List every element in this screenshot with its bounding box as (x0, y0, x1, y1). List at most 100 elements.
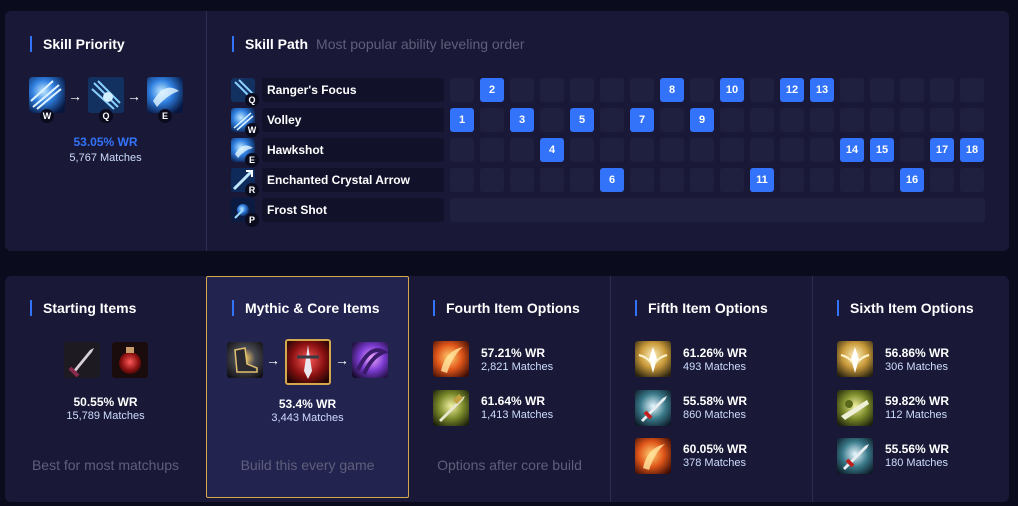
skill-priority-title: Skill Priority (30, 36, 125, 52)
passive-level-bar (450, 198, 985, 222)
fourth-option-win-rate: 61.64% WR (481, 394, 546, 408)
skill-level-cell (600, 78, 624, 102)
skill-level-cell-active: 16 (900, 168, 924, 192)
skill-level-cell (900, 108, 924, 132)
skill-level-cell (480, 168, 504, 192)
guardian-angel-icon (635, 341, 671, 377)
skill-name-enchanted-crystal-arrow: Enchanted Crystal Arrow (262, 168, 444, 192)
skill-level-cell (450, 138, 474, 162)
health-potion-icon (112, 342, 148, 378)
fifth-items-title: Fifth Item Options (635, 300, 768, 316)
skill-level-cell (840, 168, 864, 192)
skill-level-cell (870, 78, 894, 102)
skill-level-cell (750, 108, 774, 132)
skill-level-cell (480, 138, 504, 162)
skill-key-badge: W (245, 123, 259, 137)
sixth-option-win-rate: 59.82% WR (885, 394, 950, 408)
rangers-focus-icon (88, 77, 124, 113)
skill-level-cell (540, 168, 564, 192)
skill-key-badge: E (158, 109, 172, 123)
skill-level-cell-active: 11 (750, 168, 774, 192)
arrow-right-icon: → (68, 88, 82, 104)
skill-level-cell (930, 108, 954, 132)
skill-level-cell (630, 168, 654, 192)
skill-level-cell (660, 168, 684, 192)
skill-level-cell (810, 138, 834, 162)
fourth-option-matches: 1,413 Matches (481, 409, 554, 421)
skill-level-cell (660, 138, 684, 162)
kraken-slayer-icon (285, 339, 331, 385)
skill-level-cell-active: 15 (870, 138, 894, 162)
skill-level-cell-active: 8 (660, 78, 684, 102)
skill-level-cell (450, 168, 474, 192)
core-items-hint: Build this every game (240, 457, 375, 473)
skill-level-cell (900, 138, 924, 162)
skill-level-cell (510, 78, 534, 102)
skill-level-cell (540, 78, 564, 102)
skill-level-cell (810, 168, 834, 192)
starting-items-matches: 15,789 Matches (66, 410, 145, 422)
skill-level-cell-active: 5 (570, 108, 594, 132)
skill-level-cell (720, 168, 744, 192)
skill-key-badge: W (40, 109, 54, 123)
berserker-greaves-icon (227, 342, 263, 378)
arrow-right-icon: → (127, 88, 141, 104)
starting-items-win-rate: 50.55% WR (73, 395, 138, 409)
skill-level-cell (540, 108, 564, 132)
skill-level-cell-active: 12 (780, 78, 804, 102)
skill-level-cell (780, 138, 804, 162)
infinity-edge-icon (433, 341, 469, 377)
bloodthirster-icon (635, 390, 671, 426)
skill-path-title-text: Skill Path (245, 36, 309, 52)
skill-level-cell-active: 7 (630, 108, 654, 132)
skill-level-cell (870, 168, 894, 192)
arrow-right-icon: → (266, 352, 280, 368)
fourth-items-title: Fourth Item Options (433, 300, 580, 316)
sixth-option-win-rate: 56.86% WR (885, 346, 950, 360)
skill-priority-matches: 5,767 Matches (69, 152, 142, 164)
skill-level-cell-active: 18 (960, 138, 984, 162)
fourth-option-win-rate: 57.21% WR (481, 346, 546, 360)
skill-level-cell (720, 138, 744, 162)
fifth-option-matches: 493 Matches (683, 361, 746, 373)
skill-key-badge: Q (99, 109, 113, 123)
arrow-right-icon: → (335, 352, 349, 368)
skill-level-cell (720, 108, 744, 132)
runaans-hurricane-icon (352, 342, 388, 378)
skill-level-cell (510, 168, 534, 192)
hawkshot-icon (147, 77, 183, 113)
sixth-option-matches: 306 Matches (885, 361, 948, 373)
skill-level-cell-active: 1 (450, 108, 474, 132)
skill-level-cell (450, 78, 474, 102)
core-items-title: Mythic & Core Items (232, 300, 380, 316)
starting-items-hint: Best for most matchups (31, 457, 180, 473)
skill-level-cell (600, 138, 624, 162)
skill-level-cell-active: 3 (510, 108, 534, 132)
skill-level-cell (570, 168, 594, 192)
skill-level-cell (930, 168, 954, 192)
skill-name-hawkshot: Hawkshot (262, 138, 444, 162)
skill-level-cell-active: 14 (840, 138, 864, 162)
fifth-option-win-rate: 60.05% WR (683, 442, 748, 456)
starting-items-title: Starting Items (30, 300, 136, 316)
skill-name-rangers-focus: Ranger's Focus (262, 78, 444, 102)
skill-path-title: Skill Path Most popular ability leveling … (232, 36, 525, 52)
panel-divider (206, 11, 207, 251)
skill-priority-win-rate: 53.05% WR (73, 135, 138, 149)
skill-level-cell (960, 108, 984, 132)
skill-level-cell (690, 138, 714, 162)
skill-key-badge: E (245, 153, 259, 167)
skill-name-volley: Volley (262, 108, 444, 132)
fifth-option-win-rate: 55.58% WR (683, 394, 748, 408)
skill-level-cell-active: 17 (930, 138, 954, 162)
skill-level-cell (600, 108, 624, 132)
core-items-win-rate: 53.4% WR (278, 397, 337, 411)
skill-level-cell (960, 168, 984, 192)
volley-icon (29, 77, 65, 113)
skill-level-cell (570, 138, 594, 162)
skill-level-cell (480, 108, 504, 132)
infinity-edge-icon (635, 438, 671, 474)
skill-level-cell (750, 138, 774, 162)
lord-dominiks-regards-icon (433, 390, 469, 426)
skill-level-cell (630, 78, 654, 102)
